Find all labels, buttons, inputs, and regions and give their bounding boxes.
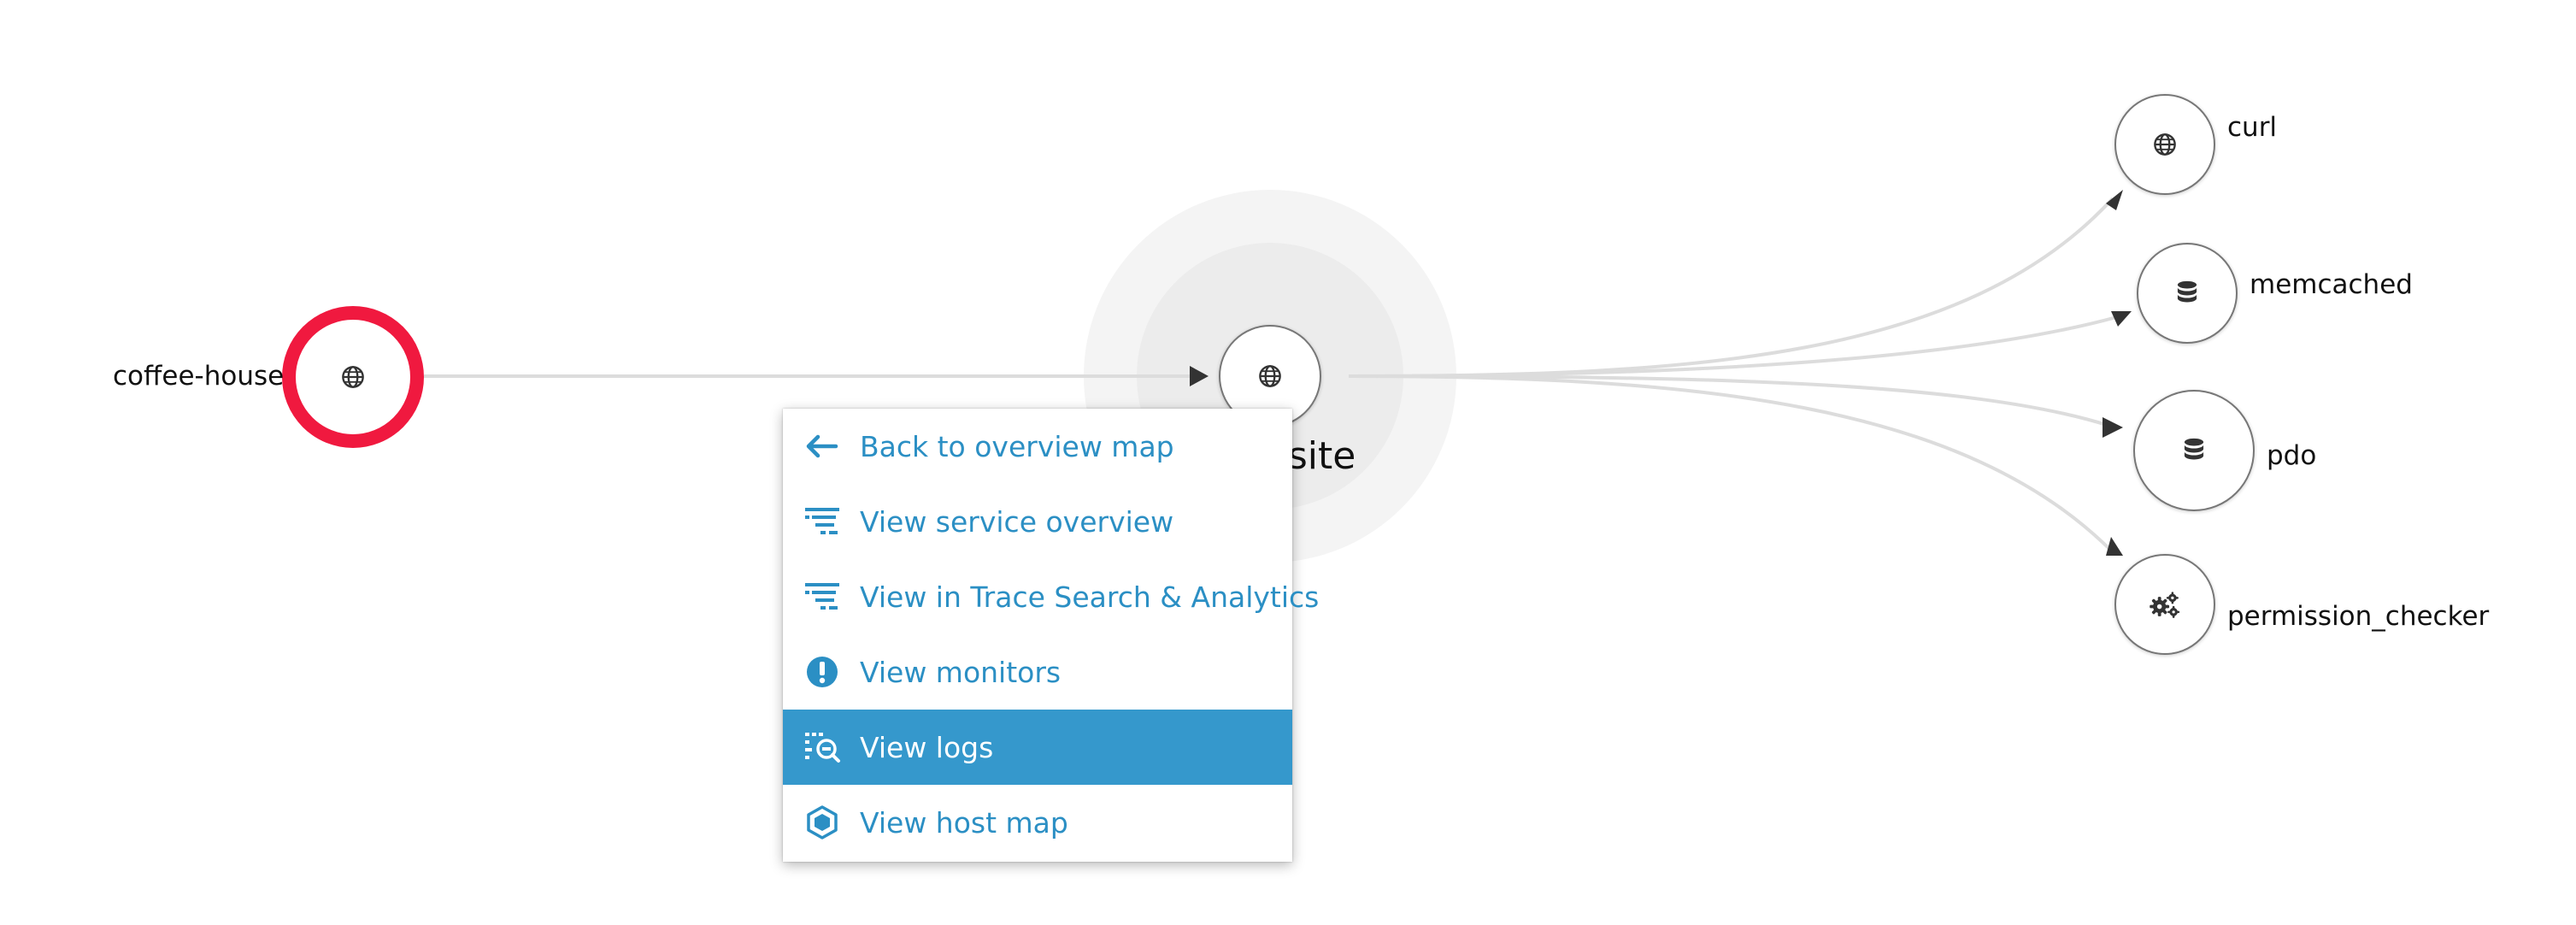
filter-lines-icon (803, 503, 841, 540)
menu-item-label: View monitors (860, 655, 1062, 689)
node-label-memcached: memcached (2250, 269, 2413, 300)
logs-search-icon (803, 728, 841, 766)
arrowhead-curl (2106, 190, 2123, 210)
menu-item-view-service-overview[interactable]: View service overview (783, 484, 1292, 559)
database-icon (2184, 438, 2204, 460)
menu-item-label: View logs (860, 730, 994, 764)
node-label-permission-checker: permission_checker (2227, 601, 2490, 632)
node-context-menu: Back to overview map View service overvi… (783, 409, 1319, 862)
menu-item-back-to-overview[interactable]: Back to overview map (783, 409, 1292, 484)
filter-lines-icon (803, 578, 841, 616)
menu-item-label: View service overview (860, 504, 1174, 539)
exclamation-circle-icon (803, 653, 841, 691)
arrowhead-pdo (2103, 417, 2123, 438)
edge-center-to-memcached (1348, 315, 2120, 378)
edge-center-to-pdo (1348, 374, 2110, 427)
node-coffee-house[interactable] (282, 306, 424, 448)
service-map-canvas[interactable]: coffee-house end.site curl memcached (0, 0, 2576, 925)
globe-icon (1259, 365, 1281, 387)
globe-icon (2154, 133, 2176, 156)
globe-icon (342, 366, 364, 388)
menu-item-view-monitors[interactable]: View monitors (783, 634, 1292, 710)
node-label-curl: curl (2227, 112, 2278, 143)
menu-item-view-trace-search[interactable]: View in Trace Search & Analytics (783, 559, 1319, 634)
arrowhead-permission-checker (2106, 537, 2123, 556)
gears-icon (2150, 592, 2180, 618)
node-memcached[interactable] (2137, 243, 2238, 344)
arrowhead-center (1190, 366, 1209, 386)
hexagon-icon (803, 804, 841, 841)
node-label-pdo: pdo (2267, 440, 2317, 471)
menu-item-label: View in Trace Search & Analytics (860, 580, 1320, 614)
edge-center-to-curl (1348, 197, 2114, 378)
node-permission-checker[interactable] (2114, 554, 2215, 655)
menu-item-view-host-map[interactable]: View host map (783, 785, 1292, 860)
arrow-left-icon (803, 427, 841, 465)
node-curl[interactable] (2114, 94, 2215, 195)
menu-item-label: Back to overview map (860, 429, 1174, 463)
node-pdo[interactable] (2133, 390, 2255, 511)
database-icon (2177, 280, 2197, 303)
menu-item-label: View host map (860, 805, 1068, 840)
menu-item-view-logs[interactable]: View logs (783, 710, 1292, 785)
node-label-coffee-house: coffee-house (113, 361, 285, 392)
